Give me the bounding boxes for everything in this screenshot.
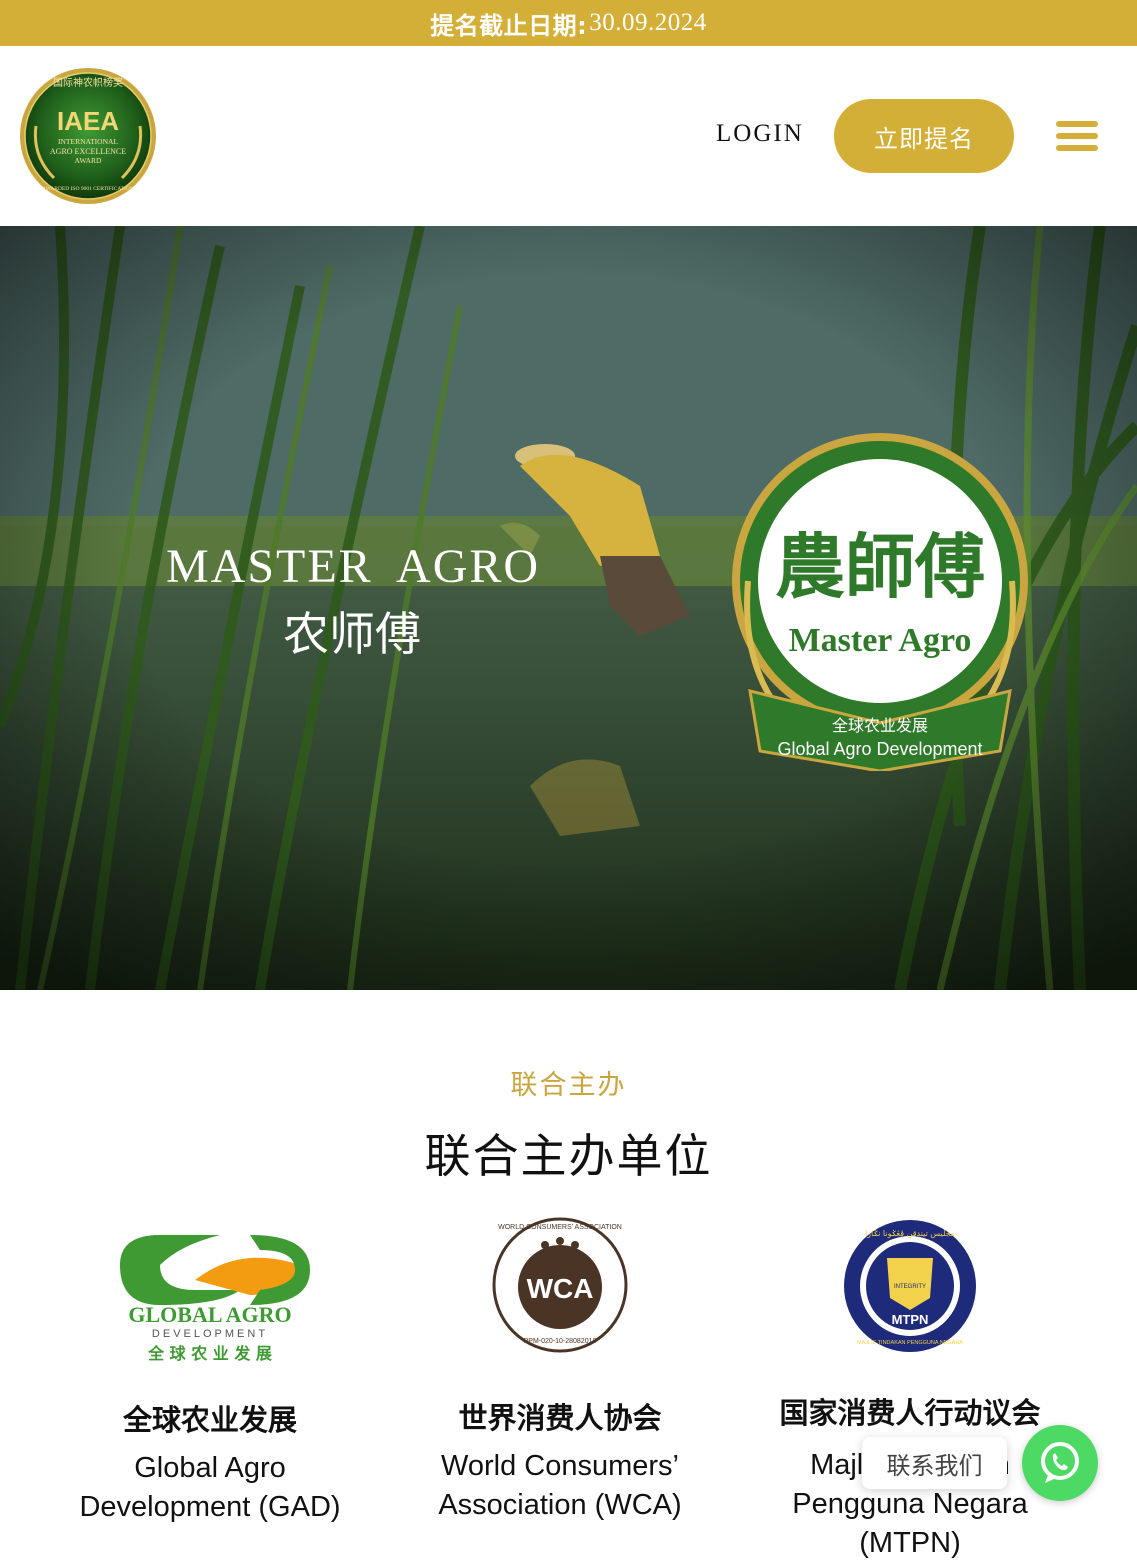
svg-text:مجليس تيندقن ڤڠݢونا نݢارا: مجليس تيندقن ڤڠݢونا نݢارا (865, 1229, 955, 1238)
org-card-gad: GLOBAL AGRO DEVELOPMENT 全 球 农 业 发 展 全球农业… (40, 1225, 380, 1527)
svg-text:WORLD CONSUMERS' ASSOCIATION: WORLD CONSUMERS' ASSOCIATION (498, 1224, 622, 1231)
whatsapp-icon[interactable] (1022, 1425, 1098, 1501)
org-name-cn: 世界消费人协会 (458, 1401, 662, 1435)
svg-text:国际神农帜榜奖: 国际神农帜榜奖 (53, 76, 123, 89)
iaea-logo[interactable]: 国际神农帜榜奖 IAEA INTERNATIONAL AGRO EXCELLEN… (18, 66, 158, 206)
org-name-en-line2: Association (WCA) (438, 1489, 682, 1521)
org-card-wca: WORLD CONSUMERS' ASSOCIATION WCA PPM-020… (390, 1215, 730, 1525)
svg-text:IAEA: IAEA (57, 106, 119, 136)
contact-us-label[interactable]: 联系我们 (862, 1437, 1007, 1489)
org-name-en-line2: Pengguna Negara (792, 1488, 1028, 1520)
nominate-button[interactable]: 立即提名 (834, 99, 1014, 173)
svg-text:INTEGRITY: INTEGRITY (894, 1284, 926, 1290)
org-card-mtpn: مجليس تيندقن ڤڠݢونا نݢارا INTEGRITY MTPN… (740, 1218, 1080, 1563)
section-title: 联合主办单位 (424, 1129, 713, 1183)
svg-text:AGRO EXCELLENCE: AGRO EXCELLENCE (50, 147, 126, 156)
svg-text:PPM-020-10-28082018: PPM-020-10-28082018 (524, 1338, 597, 1345)
mtpn-logo: مجليس تيندقن ڤڠݢونا نݢارا INTEGRITY MTPN… (842, 1218, 978, 1354)
svg-text:Master Agro: Master Agro (789, 622, 972, 659)
svg-text:MTPN: MTPN (892, 1312, 929, 1327)
deadline-date: 30.09.2024 (589, 9, 707, 36)
svg-text:MAJLIS TINDAKAN PENGGUNA NEGAR: MAJLIS TINDAKAN PENGGUNA NEGARA (857, 1340, 963, 1346)
svg-text:全 球 农 业 发 展: 全 球 农 业 发 展 (147, 1344, 273, 1363)
org-name-en-line1: Global Agro (134, 1452, 286, 1484)
svg-text:AWARDED ISO 9001 CERTIFICATION: AWARDED ISO 9001 CERTIFICATION (42, 186, 134, 192)
deadline-label: 提名截止日期: (430, 11, 588, 40)
svg-text:DEVELOPMENT: DEVELOPMENT (152, 1328, 268, 1340)
org-name-cn: 国家消费人行动议会 (779, 1396, 1041, 1430)
hero-title: MASTER AGRO (166, 540, 541, 593)
hamburger-icon[interactable] (1056, 121, 1098, 151)
wca-logo: WORLD CONSUMERS' ASSOCIATION WCA PPM-020… (490, 1215, 630, 1355)
svg-text:AWARD: AWARD (75, 156, 102, 165)
hero-banner: MASTER AGRO 农师傅 農師傅 Master Agro 全球农业发展 G… (0, 226, 1137, 990)
site-header: 国际神农帜榜奖 IAEA INTERNATIONAL AGRO EXCELLEN… (0, 46, 1137, 226)
org-name-en-line3: (MTPN) (859, 1527, 961, 1559)
login-link[interactable]: LOGIN (716, 120, 804, 148)
section-eyebrow: 联合主办 (510, 1070, 627, 1101)
org-name-en-line2: Development (GAD) (79, 1491, 341, 1523)
svg-text:全球农业发展: 全球农业发展 (832, 716, 928, 735)
org-name-cn: 全球农业发展 (122, 1403, 297, 1437)
org-name-en-line1: World Consumers’ (441, 1450, 679, 1482)
svg-text:INTERNATIONAL: INTERNATIONAL (58, 137, 118, 146)
svg-text:WCA: WCA (527, 1273, 594, 1304)
announcement-bar: 提名截止日期: 30.09.2024 (0, 0, 1137, 46)
svg-text:Global Agro Development: Global Agro Development (777, 739, 982, 759)
master-agro-badge: 農師傅 Master Agro 全球农业发展 Global Agro Devel… (730, 431, 1035, 773)
gad-logo: GLOBAL AGRO DEVELOPMENT 全 球 农 业 发 展 (100, 1225, 320, 1365)
svg-text:農師傅: 農師傅 (775, 525, 985, 608)
hero-subtitle: 农师傅 (283, 607, 421, 661)
svg-text:GLOBAL AGRO: GLOBAL AGRO (128, 1302, 291, 1327)
